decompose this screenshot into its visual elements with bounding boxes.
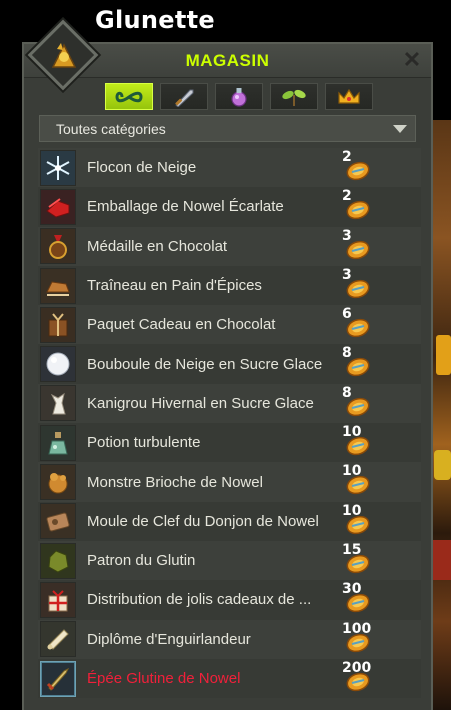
coin-icon [346,515,370,534]
coin-icon [346,476,370,495]
coin-icon [346,594,370,613]
sword-icon [175,89,194,107]
list-item[interactable]: Bouboule de Neige en Sucre Glace 8 [38,344,421,384]
gift-box-icon [40,581,76,618]
tab-equipment[interactable] [160,83,208,110]
red-wrapping-icon [40,188,76,225]
item-name: Traîneau en Pain d'Épices [87,277,262,295]
coin-icon [346,554,370,574]
infinity-icon [115,91,143,102]
list-item[interactable]: Médaille en Chocolat 3 [38,226,421,266]
list-item[interactable]: Traîneau en Pain d'Épices 3 [38,265,421,306]
item-name: Paquet Cadeau en Chocolat [87,316,276,334]
list-item[interactable]: Diplôme d'Enguirlandeur 100 [38,619,421,659]
category-tabs [105,83,373,110]
coin-icon [346,397,370,416]
potion-icon [231,87,247,107]
potion-icon [40,424,76,461]
list-item[interactable]: Emballage de Nowel Écarlate 2 [38,187,421,227]
game-background [432,120,451,710]
diploma-scroll-icon [40,621,76,658]
tab-premium[interactable] [325,83,373,110]
item-name: Diplôme d'Enguirlandeur [87,630,251,648]
close-button[interactable]: ✕ [400,48,424,72]
chocolate-medal-icon [40,228,76,265]
item-name: Emballage de Nowel Écarlate [87,198,284,216]
coin-icon [346,672,370,692]
list-item[interactable]: Moule de Clef du Donjon de Nowel 10 [38,501,421,541]
tab-resources[interactable] [270,83,318,110]
tab-infinity[interactable] [105,83,153,110]
tab-consumables[interactable] [215,83,263,110]
character-name: Glunette [95,6,215,34]
coin-icon [346,279,370,299]
snowball-icon [40,346,76,383]
item-list: Flocon de Neige 2 Emballage de Nowel Éca… [38,148,421,710]
item-name: Épée Glutine de Nowel [87,670,241,687]
item-name: Potion turbulente [87,434,201,452]
chocolate-gift-icon [40,306,76,343]
list-item[interactable]: Épée Glutine de Nowel 200 [38,658,421,699]
category-select-value: Toutes catégories [56,120,166,137]
list-item[interactable]: Flocon de Neige 2 [38,148,421,188]
coin-icon [346,201,370,220]
crown-icon [338,88,360,104]
item-name: Kanigrou Hivernal en Sucre Glace [87,394,314,412]
chevron-down-icon [393,125,407,133]
coin-icon [346,240,370,259]
sugar-kanigrou-icon [40,385,76,422]
brioche-monster-icon [40,464,76,501]
list-item[interactable]: Paquet Cadeau en Chocolat 6 [38,305,421,345]
category-select[interactable]: Toutes catégories [39,115,416,142]
item-name: Bouboule de Neige en Sucre Glace [87,355,323,373]
item-name: Moule de Clef du Donjon de Nowel [87,512,319,530]
list-item[interactable]: Monstre Brioche de Nowel 10 [38,462,421,502]
sword-icon [40,660,76,697]
list-item[interactable]: Kanigrou Hivernal en Sucre Glace 8 [38,383,421,424]
coin-icon [346,319,370,338]
plant-icon [282,89,306,106]
pattern-icon [40,542,76,579]
coin-icon [346,358,370,377]
list-item[interactable]: Patron du Glutin 15 [38,540,421,581]
item-name: Distribution de jolis cadeaux de ... [87,591,312,609]
coin-icon [346,436,370,456]
gingerbread-sled-icon [40,267,76,304]
item-name: Flocon de Neige [87,159,197,177]
coin-icon [346,161,370,181]
shop-emblem-icon [47,39,81,73]
key-mold-icon [40,503,76,540]
coin-icon [346,633,370,652]
item-name: Monstre Brioche de Nowel [87,473,263,491]
list-item[interactable]: Distribution de jolis cadeaux de ... 30 [38,580,421,620]
item-name: Médaille en Chocolat [87,237,228,255]
snowflake-icon [40,149,76,186]
item-name: Patron du Glutin [87,552,196,570]
list-item[interactable]: Potion turbulente 10 [38,423,421,463]
